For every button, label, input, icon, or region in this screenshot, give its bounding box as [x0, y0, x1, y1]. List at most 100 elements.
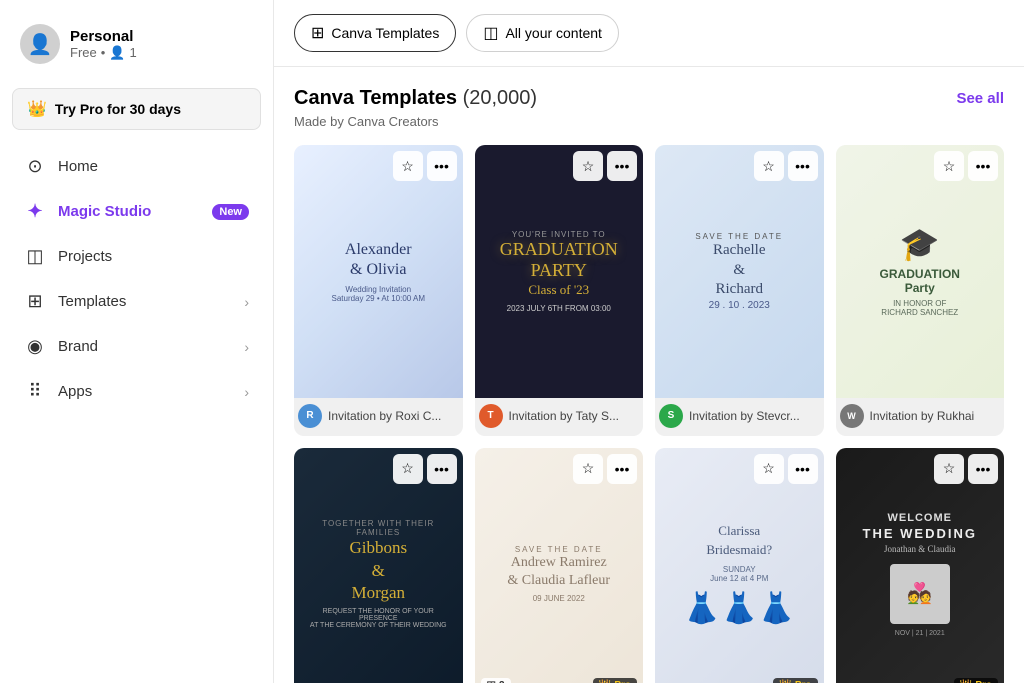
pro-banner-button[interactable]: 👑 Try Pro for 30 days: [12, 88, 261, 130]
main-area: ⊞ Canva Templates ◫ All your content Can…: [274, 0, 1024, 683]
count-badge: ◫2: [481, 678, 511, 683]
card-image: WELCOME THE WEDDING Jonathan & Claudia 💑…: [836, 448, 1005, 683]
sidebar-item-brand[interactable]: ◉ Brand ›: [12, 326, 261, 367]
sidebar-item-label-home: Home: [58, 158, 98, 175]
more-button[interactable]: •••: [968, 151, 998, 181]
content-area: Canva Templates (20,000) See all Made by…: [274, 67, 1024, 683]
card-footer: R Invitation by Roxi C...: [294, 398, 463, 436]
star-button[interactable]: ☆: [754, 454, 784, 484]
new-badge: New: [212, 204, 249, 220]
magic-icon: ✦: [24, 201, 46, 222]
template-card[interactable]: ClarissaBridesmaid? SUNDAYJune 12 at 4 P…: [655, 448, 824, 683]
content-nav-icon: ◫: [483, 23, 498, 43]
sidebar-item-home[interactable]: ⊙ Home: [12, 146, 261, 187]
author-avatar: S: [659, 404, 683, 428]
avatar: 👤: [20, 24, 60, 64]
section-subtitle: Made by Canva Creators: [294, 114, 1004, 129]
card-footer: S Invitation by Stevcr...: [655, 398, 824, 436]
template-card[interactable]: WELCOME THE WEDDING Jonathan & Claudia 💑…: [836, 448, 1005, 683]
template-card[interactable]: SAVE THE DATE Andrew Ramirez& Claudia La…: [475, 448, 644, 683]
section-title-group: Canva Templates (20,000): [294, 87, 537, 110]
section-header: Canva Templates (20,000) See all: [294, 87, 1004, 110]
apps-icon: ⠿: [24, 381, 46, 402]
card-author: Invitation by Stevcr...: [689, 409, 800, 423]
star-button[interactable]: ☆: [573, 454, 603, 484]
star-button[interactable]: ☆: [754, 151, 784, 181]
canva-templates-button[interactable]: ⊞ Canva Templates: [294, 14, 456, 52]
crown-icon: 👑: [27, 99, 47, 119]
chevron-right-icon: ›: [244, 294, 249, 310]
author-avatar: W: [840, 404, 864, 428]
sidebar-item-projects[interactable]: ◫ Projects: [12, 236, 261, 277]
card-image: SAVE THE DATE Rachelle&Richard 29 . 10 .…: [655, 145, 824, 398]
home-icon: ⊙: [24, 156, 46, 177]
card-image: YOU'RE INVITED TO GRADUATIONPARTY Class …: [475, 145, 644, 398]
card-footer: W Invitation by Rukhai: [836, 398, 1005, 436]
projects-icon: ◫: [24, 246, 46, 267]
author-avatar: T: [479, 404, 503, 428]
star-button[interactable]: ☆: [393, 454, 423, 484]
sidebar-item-magic-studio[interactable]: ✦ Magic Studio New: [12, 191, 261, 232]
more-button[interactable]: •••: [607, 151, 637, 181]
sidebar-item-label-apps: Apps: [58, 383, 92, 400]
sidebar-item-label-templates: Templates: [58, 293, 126, 310]
card-actions: ☆ •••: [934, 151, 998, 181]
more-button[interactable]: •••: [788, 454, 818, 484]
card-author: Invitation by Taty S...: [509, 409, 620, 423]
chevron-right-icon: ›: [244, 384, 249, 400]
user-section: 👤 Personal Free • 👤 1: [12, 16, 261, 80]
sidebar-item-apps[interactable]: ⠿ Apps ›: [12, 371, 261, 412]
card-image: 🎓 GRADUATIONParty IN HONOR OFRICHARD SAN…: [836, 145, 1005, 398]
sidebar-item-label-projects: Projects: [58, 248, 112, 265]
card-actions: ☆ •••: [754, 454, 818, 484]
more-button[interactable]: •••: [788, 151, 818, 181]
card-actions: ☆ •••: [573, 151, 637, 181]
more-button[interactable]: •••: [607, 454, 637, 484]
template-grid: Alexander& Olivia Wedding InvitationSatu…: [294, 145, 1004, 683]
canva-templates-label: Canva Templates: [331, 25, 439, 41]
user-info: Personal Free • 👤 1: [70, 28, 137, 61]
chevron-right-icon: ›: [244, 339, 249, 355]
pro-badge: 👑Pro: [773, 678, 817, 683]
user-plan: Free • 👤 1: [70, 45, 137, 61]
card-actions: ☆ •••: [934, 454, 998, 484]
author-avatar: R: [298, 404, 322, 428]
card-author: Invitation by Rukhai: [870, 409, 975, 423]
card-author: Invitation by Roxi C...: [328, 409, 441, 423]
template-card[interactable]: SAVE THE DATE Rachelle&Richard 29 . 10 .…: [655, 145, 824, 436]
card-image: ClarissaBridesmaid? SUNDAYJune 12 at 4 P…: [655, 448, 824, 683]
card-image: TOGETHER WITH THEIR FAMILIES Gibbons&Mor…: [294, 448, 463, 683]
templates-icon: ⊞: [24, 291, 46, 312]
star-button[interactable]: ☆: [393, 151, 423, 181]
more-button[interactable]: •••: [427, 151, 457, 181]
pro-badge: 👑Pro: [954, 678, 998, 683]
template-card[interactable]: TOGETHER WITH THEIR FAMILIES Gibbons&Mor…: [294, 448, 463, 683]
more-button[interactable]: •••: [427, 454, 457, 484]
sidebar: 👤 Personal Free • 👤 1 👑 Try Pro for 30 d…: [0, 0, 274, 683]
card-image: Alexander& Olivia Wedding InvitationSatu…: [294, 145, 463, 398]
card-actions: ☆ •••: [754, 151, 818, 181]
see-all-link[interactable]: See all: [956, 90, 1004, 107]
star-button[interactable]: ☆: [934, 454, 964, 484]
template-card[interactable]: Alexander& Olivia Wedding InvitationSatu…: [294, 145, 463, 436]
pro-banner-label: Try Pro for 30 days: [55, 101, 181, 117]
pro-badge: 👑Pro: [593, 678, 637, 683]
template-card[interactable]: 🎓 GRADUATIONParty IN HONOR OFRICHARD SAN…: [836, 145, 1005, 436]
card-actions: ☆ •••: [393, 454, 457, 484]
more-button[interactable]: •••: [968, 454, 998, 484]
star-button[interactable]: ☆: [573, 151, 603, 181]
all-content-button[interactable]: ◫ All your content: [466, 14, 619, 52]
sidebar-item-label-magic: Magic Studio: [58, 203, 151, 220]
sidebar-item-templates[interactable]: ⊞ Templates ›: [12, 281, 261, 322]
card-actions: ☆ •••: [393, 151, 457, 181]
brand-icon: ◉: [24, 336, 46, 357]
all-content-label: All your content: [505, 25, 602, 41]
section-title: Canva Templates (20,000): [294, 87, 537, 109]
sidebar-item-label-brand: Brand: [58, 338, 98, 355]
templates-nav-icon: ⊞: [311, 23, 324, 43]
card-footer: T Invitation by Taty S...: [475, 398, 644, 436]
template-card[interactable]: YOU'RE INVITED TO GRADUATIONPARTY Class …: [475, 145, 644, 436]
card-actions: ☆ •••: [573, 454, 637, 484]
top-navigation: ⊞ Canva Templates ◫ All your content: [274, 0, 1024, 67]
star-button[interactable]: ☆: [934, 151, 964, 181]
